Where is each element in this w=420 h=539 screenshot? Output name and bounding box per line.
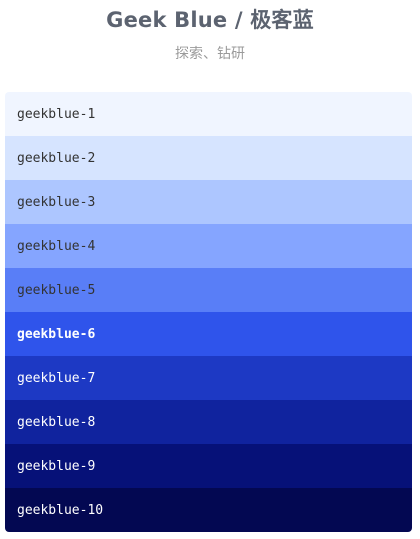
swatch-label: geekblue-10 [17,502,104,518]
color-palette: geekblue-1 geekblue-2 geekblue-3 geekblu… [5,92,412,532]
swatch-geekblue-1[interactable]: geekblue-1 [5,92,412,136]
swatch-label: geekblue-1 [17,106,96,122]
swatch-label: geekblue-6 [17,326,96,342]
swatch-label: geekblue-2 [17,150,96,166]
page-subtitle: 探索、钻研 [175,46,245,62]
swatch-geekblue-4[interactable]: geekblue-4 [5,224,412,268]
swatch-label: geekblue-9 [17,458,96,474]
swatch-geekblue-2[interactable]: geekblue-2 [5,136,412,180]
swatch-geekblue-9[interactable]: geekblue-9 [5,444,412,488]
page-title: Geek Blue / 极客蓝 [106,8,314,32]
swatch-label: geekblue-8 [17,414,96,430]
swatch-geekblue-3[interactable]: geekblue-3 [5,180,412,224]
swatch-geekblue-7[interactable]: geekblue-7 [5,356,412,400]
swatch-label: geekblue-7 [17,370,96,386]
swatch-geekblue-5[interactable]: geekblue-5 [5,268,412,312]
swatch-geekblue-6[interactable]: geekblue-6 [5,312,412,356]
swatch-geekblue-8[interactable]: geekblue-8 [5,400,412,444]
swatch-geekblue-10[interactable]: geekblue-10 [5,488,412,532]
swatch-label: geekblue-4 [17,238,96,254]
swatch-label: geekblue-3 [17,194,96,210]
swatch-label: geekblue-5 [17,282,96,298]
